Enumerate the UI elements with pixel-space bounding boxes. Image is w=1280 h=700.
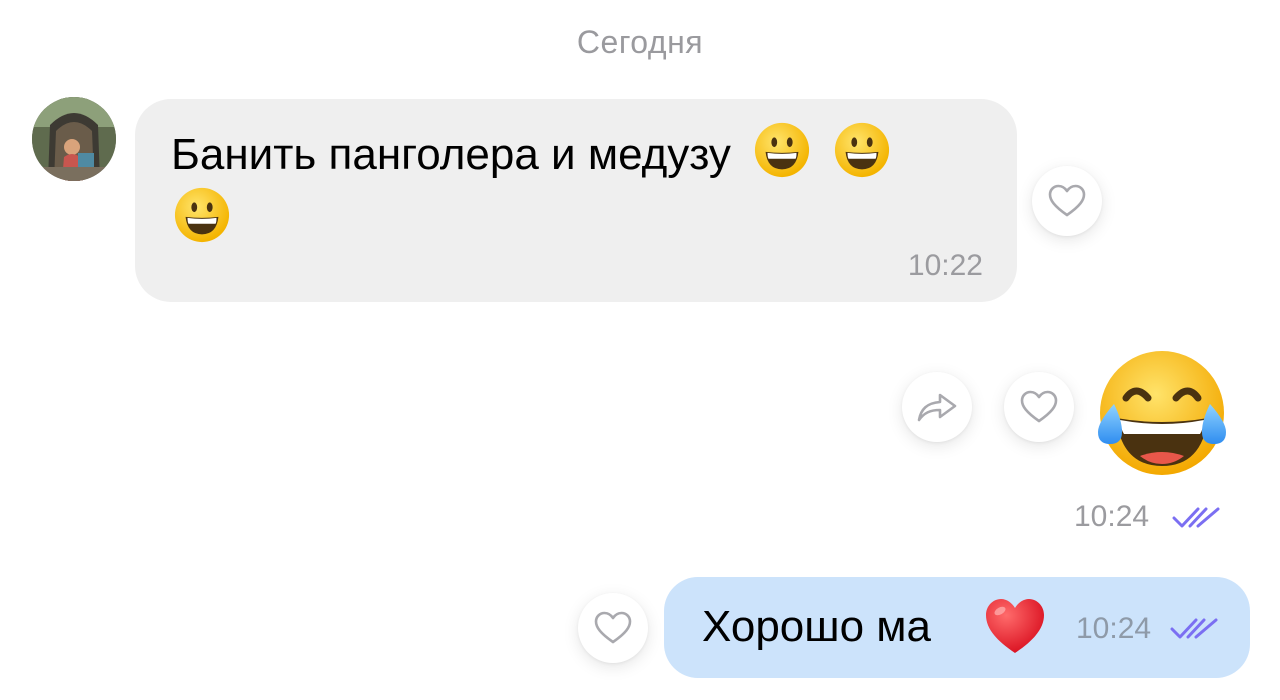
incoming-message-text-block: Банить панголера и медузу [171,121,991,251]
incoming-message-text: Банить панголера и медузу [171,130,731,179]
double-check-icon [1170,618,1218,639]
sender-avatar[interactable] [32,97,116,181]
outgoing-message-text: Хорошо ма [702,602,931,651]
incoming-message-bubble[interactable]: Банить панголера и медузу 10:22 [135,99,1017,302]
heart-outline-icon [594,611,632,644]
outgoing-message-time: 10:24 [1076,612,1152,645]
heart-outline-icon [1048,184,1086,217]
share-button[interactable] [902,372,972,442]
incoming-message-time: 10:22 [907,249,983,282]
double-check-icon [1172,507,1220,528]
share-arrow-icon [917,393,957,422]
outgoing-emoji-message-time: 10:24 [1074,500,1150,533]
outgoing-message-bubble[interactable]: Хорошо ма 10:24 [664,577,1250,678]
like-button[interactable] [578,593,648,663]
grinning-face-emoji [835,122,890,178]
like-button[interactable] [1032,166,1102,236]
face-with-tears-of-joy-emoji[interactable] [1092,348,1232,483]
grinning-face-emoji [755,122,810,178]
chat-view: Сегодня Банить панголера и медузу 10:22 … [0,0,1280,700]
date-separator: Сегодня [576,24,704,60]
like-button[interactable] [1004,372,1074,442]
grinning-face-emoji [174,187,230,243]
red-heart-emoji [986,599,1044,653]
heart-outline-icon [1020,390,1058,423]
